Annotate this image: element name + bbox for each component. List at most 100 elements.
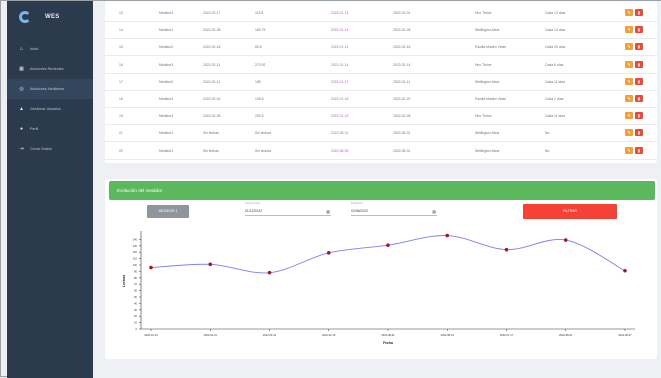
table-cell: Medidor1 xyxy=(159,28,174,33)
table-cell: No xyxy=(545,131,550,136)
table-cell: 2022-02-20 xyxy=(203,97,221,101)
list-icon: ◎ xyxy=(19,85,24,92)
sidebar-item-perfil[interactable]: ● Perfil xyxy=(7,119,93,139)
x-tick-label: 2022-08-27 xyxy=(618,333,632,337)
row-actions: ✎ ▮ xyxy=(625,146,643,154)
table-cell: 18 xyxy=(119,97,123,101)
sidebar-item-cerrar-sesion[interactable]: ⇥ Cerrar Sesión xyxy=(7,139,93,159)
table-cell: 2022-08-31 xyxy=(393,131,411,136)
table-cell: 2022-02-16 xyxy=(393,45,411,50)
edit-icon[interactable]: ✎ xyxy=(625,95,633,102)
y-tick-label: 30 xyxy=(134,308,137,312)
row-actions: ✎ ▮ xyxy=(625,60,643,68)
table-cell: 2022-01-18 xyxy=(331,97,349,101)
table-cell: Cada 13 días xyxy=(545,11,566,15)
y-tick-label: 0 xyxy=(136,327,138,331)
table-cell: Cada 11 días xyxy=(545,79,565,84)
x-tick-label: 2022-08-01 xyxy=(559,333,573,337)
table-row: 19 Medidor4 2022-02-28 292.5 2022-01-19 2022-… xyxy=(105,108,657,126)
x-tick-label: 2022-02-01 xyxy=(204,333,218,337)
delete-icon[interactable]: ▮ xyxy=(635,43,643,51)
table-cell: 135.8 xyxy=(255,97,264,101)
delete-icon[interactable]: ▮ xyxy=(635,9,643,16)
data-point xyxy=(208,262,213,267)
edit-icon[interactable]: ✎ xyxy=(625,60,633,68)
table-cell: Medidor1 xyxy=(159,148,174,153)
table-cell: 160.75 xyxy=(255,28,266,33)
table-cell: 14 xyxy=(119,28,123,33)
sidebar-item-gestionar-usuarios[interactable]: ▲ Gestionar Usuarios xyxy=(7,99,93,119)
edit-icon[interactable]: ✎ xyxy=(625,112,633,120)
delete-icon[interactable]: ▮ xyxy=(635,60,643,68)
x-tick-label: 2022-01-13 xyxy=(144,333,158,337)
y-tick-label: 60 xyxy=(134,289,137,293)
brand[interactable]: WES xyxy=(7,1,93,33)
table-cell: 2022-02-28 xyxy=(393,114,411,119)
logout-icon: ⇥ xyxy=(19,145,24,152)
y-tick-label: 140 xyxy=(133,237,138,241)
sidebar-item-label: Inicio xyxy=(30,47,39,51)
table-cell: 2022-08-03 xyxy=(331,148,349,153)
table-cell: No xyxy=(545,148,550,153)
y-tick-label: 10 xyxy=(134,321,137,325)
edit-icon[interactable]: ✎ xyxy=(625,9,633,16)
delete-icon[interactable]: ▮ xyxy=(635,112,643,120)
delete-icon[interactable]: ▮ xyxy=(635,95,643,102)
table-cell: 2022-01-12 xyxy=(331,45,349,50)
line-chart: 0 10 20 30 40 50 60 70 80 90 100 110 120 130 140 2022-0… xyxy=(122,231,635,345)
table-cell: 2022-02-14 xyxy=(393,62,411,67)
table-cell: 15 xyxy=(119,45,123,50)
y-tick-label: 40 xyxy=(134,301,137,305)
row-actions: ✎ ▮ xyxy=(625,9,643,16)
table-cell: 2022-02-20 xyxy=(393,97,411,101)
delete-icon[interactable]: ▮ xyxy=(635,129,643,137)
table-cell: 155 xyxy=(255,79,261,84)
delete-icon[interactable]: ▮ xyxy=(635,77,643,85)
table-cell: 2022-02-11 xyxy=(203,62,221,67)
table-cell: 2022-02-16 xyxy=(203,45,221,50)
table-cell: 22 xyxy=(119,148,123,153)
sidebar-item-advisories-recientes[interactable]: ▦ Advisories Recientes xyxy=(7,59,93,79)
table-cell: Paolita Maden Vimm xyxy=(475,97,507,101)
table-cell: 19 xyxy=(119,114,123,119)
users-icon: ▲ xyxy=(19,105,24,112)
sidebar-item-advisories-medidores[interactable]: ◎ Advisories Medidores xyxy=(7,79,93,99)
table-cell: Wellington Abue xyxy=(475,131,500,136)
edit-icon[interactable]: ✎ xyxy=(625,129,633,137)
data-point xyxy=(563,238,568,242)
home-icon: ⌂ xyxy=(19,45,24,52)
table-cell: Medidor2 xyxy=(159,79,174,84)
table-cell: Hiro Thrive xyxy=(475,11,492,15)
edit-icon[interactable]: ✎ xyxy=(625,26,633,34)
readings-table: 13 Medidor3 2022-02-17 113.8 2022-01-13 2022-… xyxy=(105,1,657,163)
y-tick-label: 50 xyxy=(134,295,137,299)
delete-icon[interactable]: ▮ xyxy=(635,146,643,154)
series-line xyxy=(150,235,626,274)
delete-icon[interactable]: ▮ xyxy=(635,26,643,34)
table-cell: Cada 11 días xyxy=(545,114,565,119)
table-cell: Paolita Maden Vimm xyxy=(475,45,507,50)
table-cell: 16 xyxy=(119,62,123,67)
table-cell: 2022-02-28 xyxy=(203,114,221,119)
sidebar-nav: ⌂ Inicio ▦ Advisories Recientes ◎ Adviso… xyxy=(7,39,93,159)
grid-icon: ▦ xyxy=(19,65,24,72)
table-cell: 65.5 xyxy=(255,45,262,50)
y-axis-label: Lectura xyxy=(122,275,126,287)
edit-icon[interactable]: ✎ xyxy=(625,77,633,85)
table-row: 22 Medidor1 Sin fechas Sin lectura 2022-08-0… xyxy=(105,143,657,160)
edit-icon[interactable]: ✎ xyxy=(625,43,633,51)
table-cell: 113.8 xyxy=(255,11,264,15)
row-actions: ✎ ▮ xyxy=(625,26,643,34)
edit-icon[interactable]: ✎ xyxy=(625,146,633,154)
table-cell: 2022-01-14 xyxy=(331,62,349,67)
table-cell: Wellington Abue xyxy=(475,79,500,84)
table-cell: 2022-01-13 xyxy=(331,11,349,15)
sidebar-item-inicio[interactable]: ⌂ Inicio xyxy=(7,39,93,59)
logo-icon xyxy=(19,11,31,23)
table-cell: 292.5 xyxy=(255,114,264,119)
table-cell: Cada 6 días xyxy=(545,62,564,67)
table-cell: Sin fechas xyxy=(203,148,219,153)
y-tick-label: 100 xyxy=(133,263,138,267)
x-tick-label: 2022-02-16 xyxy=(322,333,336,337)
table-cell: 2022-01-17 xyxy=(331,79,349,84)
